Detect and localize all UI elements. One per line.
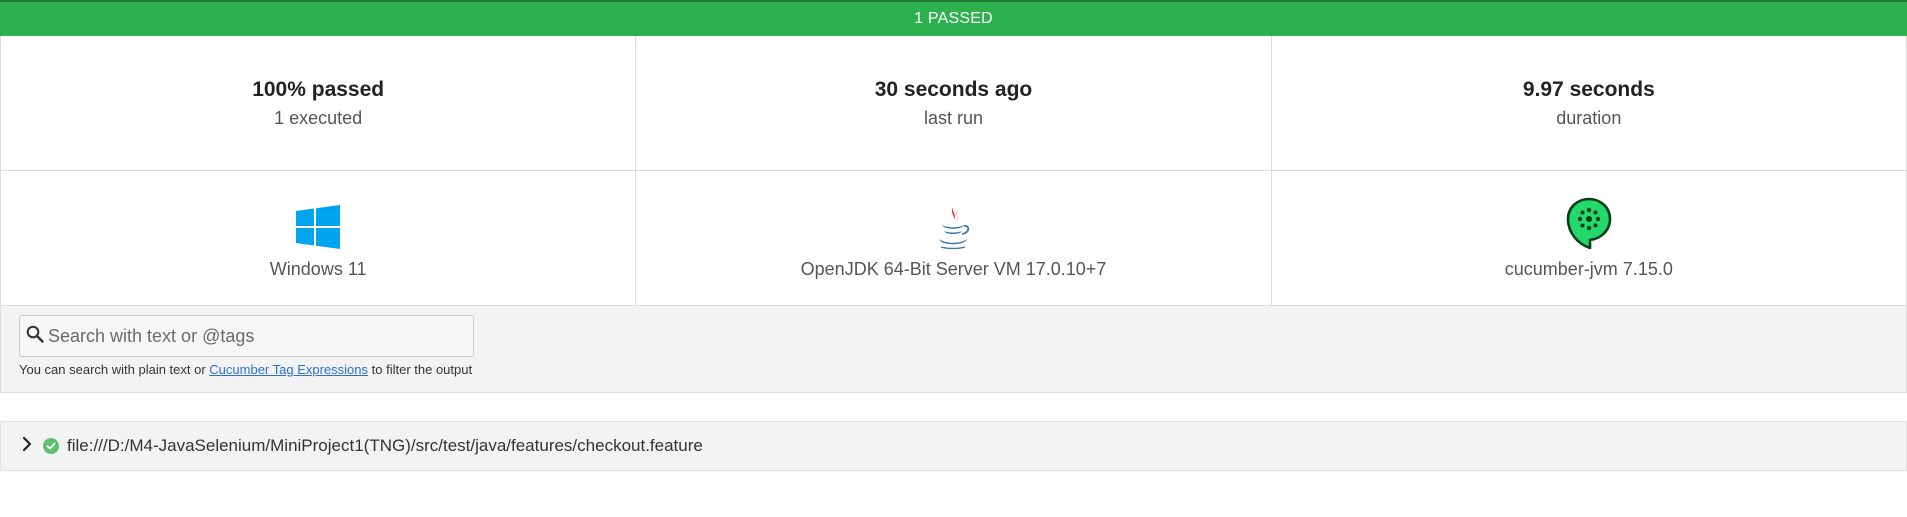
search-help-prefix: You can search with plain text or	[19, 362, 210, 377]
stat-duration: 9.97 seconds duration	[1271, 36, 1907, 171]
stat-passed: 100% passed 1 executed	[1, 36, 637, 171]
cucumber-tag-expressions-link[interactable]: Cucumber Tag Expressions	[209, 362, 368, 377]
search-box[interactable]	[19, 315, 474, 357]
search-icon	[26, 325, 44, 348]
stat-duration-value: 9.97 seconds	[1522, 77, 1655, 101]
environment-row: Windows 11 OpenJDK 64-Bit Server VM 17.0…	[0, 171, 1907, 306]
cucumber-logo-icon	[1566, 197, 1612, 249]
chevron-right-icon[interactable]	[21, 436, 33, 457]
env-implementation-label: cucumber-jvm 7.15.0	[1504, 258, 1673, 279]
stat-duration-label: duration	[1556, 107, 1622, 128]
java-logo-icon	[935, 197, 971, 249]
env-runtime: OpenJDK 64-Bit Server VM 17.0.10+7	[636, 171, 1272, 306]
spacer	[0, 393, 1907, 421]
status-banner: 1 PASSED	[0, 2, 1907, 36]
env-runtime-label: OpenJDK 64-Bit Server VM 17.0.10+7	[800, 258, 1107, 279]
search-help-suffix: to filter the output	[368, 362, 473, 377]
env-os-label: Windows 11	[269, 258, 367, 279]
env-os: Windows 11	[1, 171, 637, 306]
windows-logo-icon	[296, 197, 341, 249]
passed-check-icon	[43, 438, 59, 454]
search-area: You can search with plain text or Cucumb…	[0, 306, 1907, 393]
feature-path[interactable]: file:///D:/M4-JavaSelenium/MiniProject1(…	[67, 436, 703, 456]
stat-last-run: 30 seconds ago last run	[636, 36, 1272, 171]
stat-last-run-label: last run	[923, 107, 983, 128]
stat-passed-value: 100% passed	[252, 77, 385, 101]
stats-row: 100% passed 1 executed 30 seconds ago la…	[0, 36, 1907, 171]
search-input[interactable]	[46, 324, 473, 348]
search-help-text: You can search with plain text or Cucumb…	[19, 362, 1906, 377]
stat-last-run-value: 30 seconds ago	[874, 77, 1033, 101]
env-implementation: cucumber-jvm 7.15.0	[1271, 171, 1907, 306]
feature-item[interactable]: file:///D:/M4-JavaSelenium/MiniProject1(…	[0, 421, 1907, 471]
stat-passed-label: 1 executed	[274, 107, 363, 128]
status-banner-text: 1 PASSED	[914, 10, 993, 27]
